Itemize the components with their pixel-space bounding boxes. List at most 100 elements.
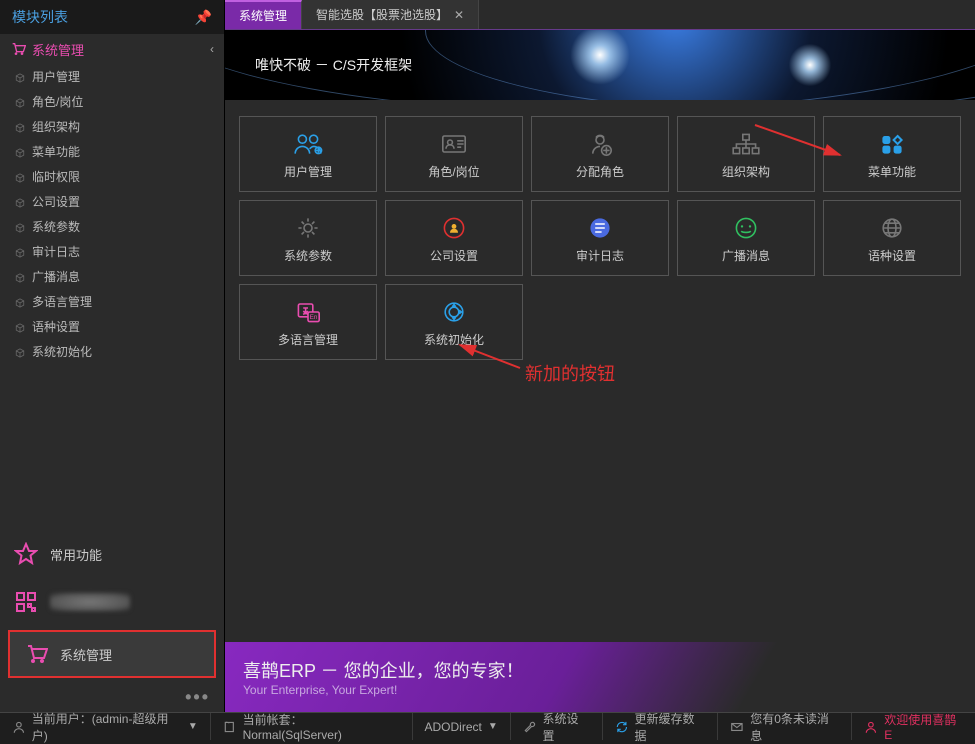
sidebar-panel-favorites[interactable]: 常用功能 (0, 530, 224, 578)
assign-icon (583, 129, 617, 159)
tile-org[interactable]: 组织架构 (677, 116, 815, 192)
tile-idcard[interactable]: 角色/岗位 (385, 116, 523, 192)
tile-area: 用户管理角色/岗位 分配角色 组织架构 菜单功能系统参数 公司设置 审计日志 广播消息 语种设… (225, 100, 975, 642)
wrench-icon (523, 720, 537, 734)
log-icon (583, 213, 617, 243)
sidebar-item[interactable]: 公司设置 (0, 189, 224, 214)
tile-menu[interactable]: 菜单功能 (823, 116, 961, 192)
sidebar-item[interactable]: 系统参数 (0, 214, 224, 239)
envelope-icon (730, 720, 744, 734)
cube-icon (14, 147, 26, 157)
sidebar-item-label: 系统初始化 (32, 343, 92, 360)
tile-gear[interactable]: 系统参数 (239, 200, 377, 276)
sidebar-item[interactable]: 用户管理 (0, 64, 224, 89)
sidebar-item-label: 多语言管理 (32, 293, 92, 310)
tile-init[interactable]: 系统初始化 (385, 284, 523, 360)
svg-text:En: En (310, 314, 318, 321)
status-connection[interactable]: ADODirect▼ (413, 713, 511, 740)
tile-company[interactable]: 公司设置 (385, 200, 523, 276)
lang-icon: En (291, 297, 325, 327)
tile-label: 菜单功能 (868, 163, 916, 180)
tile-users[interactable]: 用户管理 (239, 116, 377, 192)
tile-log[interactable]: 审计日志 (531, 200, 669, 276)
cube-icon (14, 97, 26, 107)
cube-icon (14, 247, 26, 257)
sidebar-item[interactable]: 菜单功能 (0, 139, 224, 164)
sidebar-item[interactable]: 临时权限 (0, 164, 224, 189)
sidebar-item-label: 用户管理 (32, 68, 80, 85)
sidebar-item-label: 审计日志 (32, 243, 80, 260)
tab-label: 系统管理 (239, 7, 287, 24)
sidebar-item[interactable]: 广播消息 (0, 264, 224, 289)
tile-label: 角色/岗位 (428, 163, 479, 180)
status-refresh[interactable]: 更新缓存数据 (603, 713, 719, 740)
book-icon (223, 720, 237, 734)
users-icon (291, 129, 325, 159)
sidebar-more-button[interactable]: ••• (0, 682, 224, 712)
pin-icon[interactable]: 📌 (195, 9, 212, 26)
tile-label: 分配角色 (576, 163, 624, 180)
globe-icon (875, 213, 909, 243)
sidebar-item-label: 组织架构 (32, 118, 80, 135)
tile-lang[interactable]: En多语言管理 (239, 284, 377, 360)
tile-globe[interactable]: 语种设置 (823, 200, 961, 276)
star-icon (14, 542, 38, 566)
tab[interactable]: 智能选股【股票池选股】 ✕ (302, 0, 479, 29)
status-user[interactable]: 当前用户：(admin-超级用户)▼ (0, 713, 211, 740)
tab[interactable]: 系统管理 (225, 0, 302, 29)
user-icon (864, 720, 878, 734)
tile-label: 审计日志 (576, 247, 624, 264)
sidebar-section-sysmgmt[interactable]: 系统管理 ‹ (0, 34, 224, 64)
tile-assign[interactable]: 分配角色 (531, 116, 669, 192)
status-ledger[interactable]: 当前帐套：Normal(SqlServer) (211, 713, 413, 740)
tile-broadcast[interactable]: 广播消息 (677, 200, 815, 276)
close-icon[interactable]: ✕ (454, 8, 464, 22)
sidebar-item[interactable]: 语种设置 (0, 314, 224, 339)
sidebar-item-label: 语种设置 (32, 318, 80, 335)
sidebar-item-label: 公司设置 (32, 193, 80, 210)
sidebar-item-label: 系统参数 (32, 218, 80, 235)
cube-icon (14, 197, 26, 207)
chevron-left-icon: ‹ (210, 42, 214, 56)
cart-icon (24, 642, 48, 666)
cube-icon (14, 172, 26, 182)
org-icon (729, 129, 763, 159)
sidebar-item-label: 广播消息 (32, 268, 80, 285)
sidebar-item[interactable]: 角色/岗位 (0, 89, 224, 114)
tab-bar: 系统管理 智能选股【股票池选股】 ✕ (225, 0, 975, 30)
sidebar-panel-blurred[interactable] (0, 578, 224, 626)
tile-label: 广播消息 (722, 247, 770, 264)
footer-banner-subtitle: Your Enterprise, Your Expert! (243, 683, 975, 697)
tile-label: 系统参数 (284, 247, 332, 264)
idcard-icon (437, 129, 471, 159)
tile-grid: 用户管理角色/岗位 分配角色 组织架构 菜单功能系统参数 公司设置 审计日志 广播消息 语种设… (239, 116, 961, 360)
cube-icon (14, 122, 26, 132)
tile-label: 公司设置 (430, 247, 478, 264)
sidebar: 模块列表 📌 系统管理 ‹ 用户管理角色/岗位组织架构菜单功能临时权限公司设置系… (0, 0, 225, 712)
status-settings[interactable]: 系统设置 (511, 713, 603, 740)
status-unread[interactable]: 您有0条未读消息 (718, 713, 852, 740)
sidebar-header: 模块列表 📌 (0, 0, 224, 34)
tile-label: 组织架构 (722, 163, 770, 180)
company-icon (437, 213, 471, 243)
sidebar-item[interactable]: 系统初始化 (0, 339, 224, 364)
tile-label: 语种设置 (868, 247, 916, 264)
sidebar-item[interactable]: 组织架构 (0, 114, 224, 139)
sidebar-panel-sysmgmt[interactable]: 系统管理 (8, 630, 216, 678)
tile-label: 系统初始化 (424, 331, 484, 348)
cube-icon (14, 347, 26, 357)
status-bar: 当前用户：(admin-超级用户)▼ 当前帐套：Normal(SqlServer… (0, 712, 975, 740)
sidebar-item-label: 临时权限 (32, 168, 80, 185)
gear-icon (291, 213, 325, 243)
blurred-label (50, 593, 130, 611)
tab-label: 智能选股【股票池选股】 (316, 6, 448, 23)
sidebar-item[interactable]: 多语言管理 (0, 289, 224, 314)
annotation-text: 新加的按钮 (525, 360, 615, 386)
sidebar-item[interactable]: 审计日志 (0, 239, 224, 264)
cart-icon (10, 41, 26, 57)
broadcast-icon (729, 213, 763, 243)
footer-banner-title: 喜鹊ERP － 您的企业，您的专家！ (243, 657, 975, 683)
banner-title: 唯快不破 － C/S开发框架 (255, 55, 412, 75)
banner: 唯快不破 － C/S开发框架 (225, 30, 975, 100)
footer-banner: 喜鹊ERP － 您的企业，您的专家！ Your Enterprise, Your… (225, 642, 975, 712)
